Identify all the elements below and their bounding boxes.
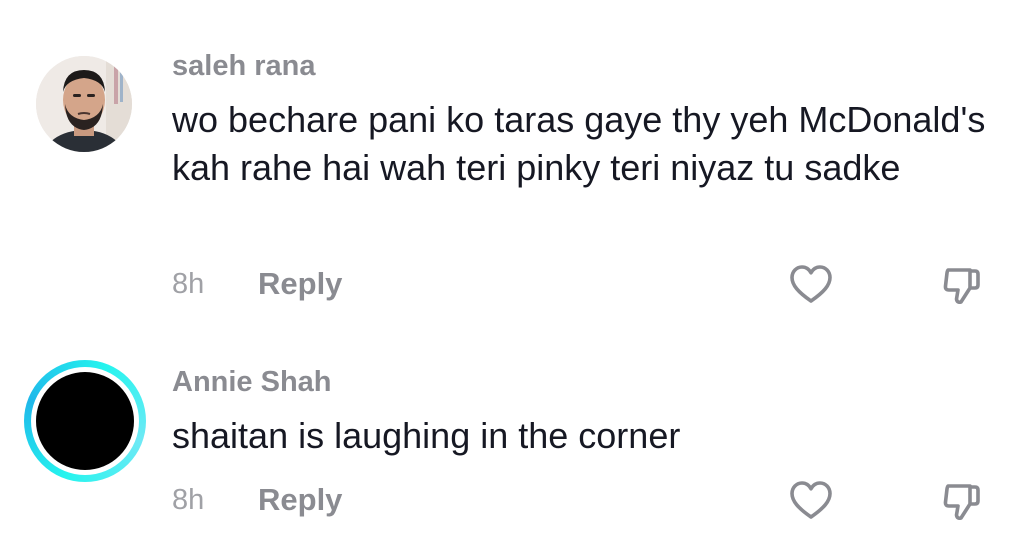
- comment-username[interactable]: Annie Shah: [172, 366, 332, 399]
- comment-timestamp: 8h: [172, 268, 205, 300]
- heart-icon: [790, 265, 832, 303]
- comment-item: saleh rana wo bechare pani ko taras gaye…: [0, 0, 1024, 340]
- heart-icon: [790, 481, 832, 519]
- avatar[interactable]: [24, 360, 146, 482]
- comment-text: shaitan is laughing in the corner: [172, 415, 681, 456]
- user-avatar-image: [36, 372, 134, 470]
- thumbs-down-icon: [943, 268, 980, 304]
- like-button[interactable]: [788, 262, 834, 308]
- comment-item: Annie Shah shaitan is laughing in the co…: [0, 340, 1024, 556]
- avatar[interactable]: [36, 56, 132, 152]
- like-button[interactable]: [788, 478, 834, 524]
- dislike-button[interactable]: [940, 478, 986, 524]
- user-avatar-image: [36, 56, 132, 152]
- dislike-button[interactable]: [940, 262, 986, 308]
- comment-text: wo bechare pani ko taras gaye thy yeh Mc…: [172, 99, 986, 188]
- thumbs-down-icon: [943, 484, 980, 520]
- reply-button[interactable]: Reply: [258, 482, 342, 518]
- comment-username[interactable]: saleh rana: [172, 50, 315, 83]
- reply-button[interactable]: Reply: [258, 266, 342, 302]
- comment-timestamp: 8h: [172, 484, 205, 516]
